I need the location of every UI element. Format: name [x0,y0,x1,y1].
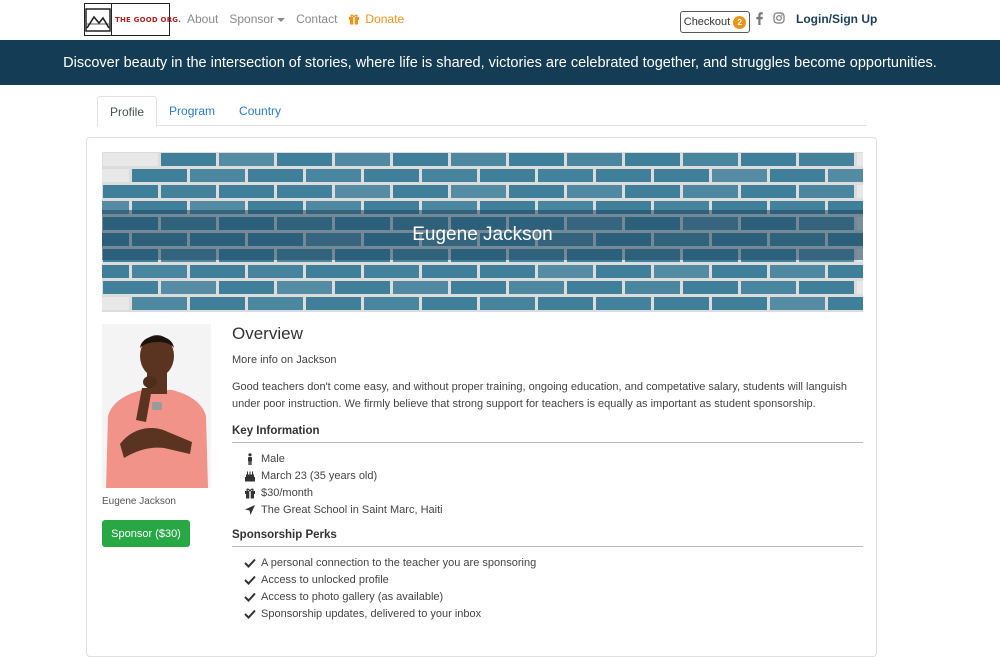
profile-card: Eugene Jackson Eugene Jackson Sponsor ($… [86,137,877,657]
key-info-amount: $30/month [261,486,313,499]
key-info-birthday: March 23 (35 years old) [261,469,378,482]
instagram-icon[interactable] [773,12,785,27]
key-info-item: March 23 (35 years old) [244,467,863,484]
check-icon [244,557,256,569]
brand-name: THE GOOD ORG. [115,15,182,24]
key-info-list: Male March 23 (35 years old) $30/month T… [232,450,863,518]
perks-list: A personal connection to the teacher you… [232,554,863,622]
key-info-location: The Great School in Saint Marc, Haiti [261,503,443,516]
profile-tabs: Profile Program Country [97,96,867,127]
mountain-logo-icon [85,4,112,35]
check-icon [244,608,256,620]
perk-text: A personal connection to the teacher you… [261,556,537,569]
nav-about-link[interactable]: About [187,12,218,26]
navbar: THE GOOD ORG. About Sponsor Contact Dona… [0,0,1000,40]
hero-name: Eugene Jackson [412,224,553,245]
overview-section: Overview More info on Jackson Good teach… [232,324,863,622]
overview-description: Good teachers don't come easy, and witho… [232,381,848,410]
gift-icon [348,13,360,25]
tab-profile[interactable]: Profile [97,96,158,127]
brand-logo[interactable]: THE GOOD ORG. [84,3,181,36]
key-info-item: Male [244,450,863,467]
tab-country[interactable]: Country [227,96,293,126]
key-info-item: $30/month [244,484,863,501]
key-info-heading: Key Information [232,425,863,443]
perk-text: Access to photo gallery (as available) [261,590,444,603]
location-arrow-icon [244,504,256,516]
nav-sponsor-label: Sponsor [229,12,275,26]
check-icon [244,591,256,603]
key-info-gender: Male [261,452,285,465]
person-icon [244,452,256,465]
cart-count-badge: 2 [733,15,747,29]
nav-contact-link[interactable]: Contact [296,12,337,26]
nav-donate-link[interactable]: Donate [348,12,404,26]
chevron-down-icon [277,17,286,22]
perk-item: Access to unlocked profile [244,571,863,588]
perk-item: Access to photo gallery (as available) [244,588,863,605]
checkout-label: Checkout [683,16,731,28]
tagline-text: Discover beauty in the intersection of s… [63,54,937,71]
overview-subtitle: More info on Jackson [232,354,337,366]
birthday-cake-icon [244,470,256,482]
tagline-banner: Discover beauty in the intersection of s… [0,40,1000,85]
tab-program[interactable]: Program [157,96,227,126]
nav-sponsor-dropdown[interactable]: Sponsor [229,12,286,26]
perk-item: A personal connection to the teacher you… [244,554,863,571]
hero-banner: Eugene Jackson [102,152,863,312]
gift-icon [244,487,256,499]
hero-name-strip: Eugene Jackson [102,210,863,260]
facebook-icon[interactable] [756,12,763,28]
profile-photo [102,324,211,488]
perks-heading: Sponsorship Perks [232,529,863,547]
checkout-button[interactable]: Checkout 2 [680,11,750,33]
nav-links: About Sponsor Contact Donate [187,12,415,26]
overview-title: Overview [232,324,303,343]
sponsor-button[interactable]: Sponsor ($30) [102,520,190,547]
perk-text: Sponsorship updates, delivered to your i… [261,607,482,620]
login-signup-link[interactable]: Login/Sign Up [796,12,877,26]
photo-caption: Eugene Jackson [102,496,176,507]
perk-item: Sponsorship updates, delivered to your i… [244,605,863,622]
perk-text: Access to unlocked profile [261,573,389,586]
nav-donate-label: Donate [365,12,405,26]
check-icon [244,574,256,586]
key-info-item: The Great School in Saint Marc, Haiti [244,501,863,518]
